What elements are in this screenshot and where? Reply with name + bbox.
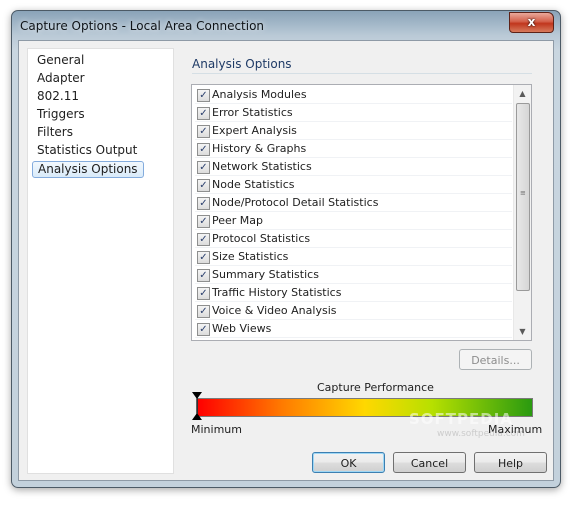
grip-icon: ≡ <box>520 189 526 197</box>
option-checkbox[interactable]: ✓ <box>197 125 210 138</box>
option-label: Expert Analysis <box>212 124 297 137</box>
option-row[interactable]: ✓ Protocol Statistics <box>195 230 512 248</box>
performance-maximum-label: Maximum <box>488 423 543 436</box>
section-divider <box>192 73 532 74</box>
option-checkbox[interactable]: ✓ <box>197 251 210 264</box>
option-checkbox[interactable]: ✓ <box>197 269 210 282</box>
scroll-down-arrow-icon[interactable]: ▼ <box>514 323 531 340</box>
option-row[interactable]: ✓ Traffic History Statistics <box>195 284 512 302</box>
option-label: Traffic History Statistics <box>212 286 342 299</box>
option-checkbox[interactable]: ✓ <box>197 323 210 336</box>
section-title: Analysis Options <box>192 57 292 71</box>
nav-item-triggers[interactable]: Triggers <box>32 106 90 123</box>
option-label: Peer Map <box>212 214 264 227</box>
scroll-thumb[interactable]: ≡ <box>516 103 530 291</box>
option-label: Node/Protocol Detail Statistics <box>212 196 379 209</box>
option-label: History & Graphs <box>212 142 307 155</box>
option-label: Error Statistics <box>212 106 293 119</box>
nav-item-analysis-options[interactable]: Analysis Options <box>32 161 144 178</box>
close-button[interactable]: x <box>509 12 554 33</box>
option-checkbox[interactable]: ✓ <box>197 197 210 210</box>
nav-item-filters[interactable]: Filters <box>32 124 78 141</box>
help-button[interactable]: Help <box>474 452 547 473</box>
capture-performance-label: Capture Performance <box>317 381 434 394</box>
nav-item-statistics-output[interactable]: Statistics Output <box>32 142 142 159</box>
option-row[interactable]: ✓ Expert Analysis <box>195 122 512 140</box>
nav-item-adapter[interactable]: Adapter <box>32 70 90 87</box>
option-checkbox[interactable]: ✓ <box>197 107 210 120</box>
capture-options-window: Capture Options - Local Area Connection … <box>11 10 561 488</box>
option-checkbox[interactable]: ✓ <box>197 161 210 174</box>
option-label: Analysis Modules <box>212 88 307 101</box>
dialog-client: General Adapter 802.11 Triggers Filters … <box>18 40 554 481</box>
option-label: Network Statistics <box>212 160 312 173</box>
category-list: General Adapter 802.11 Triggers Filters … <box>27 48 174 474</box>
performance-minimum-label: Minimum <box>191 423 242 436</box>
ok-button[interactable]: OK <box>312 452 385 473</box>
slider-marker-icon[interactable] <box>192 392 202 420</box>
option-row[interactable]: ✓ Analysis Modules <box>195 86 512 104</box>
option-checkbox[interactable]: ✓ <box>197 179 210 192</box>
option-row[interactable]: ✓ Voice & Video Analysis <box>195 302 512 320</box>
option-label: Protocol Statistics <box>212 232 311 245</box>
option-row[interactable]: ✓ Node Statistics <box>195 176 512 194</box>
scroll-up-arrow-icon[interactable]: ▲ <box>514 85 531 102</box>
vertical-scrollbar[interactable]: ▲ ≡ ▼ <box>513 85 531 340</box>
option-checkbox[interactable]: ✓ <box>197 305 210 318</box>
option-row[interactable]: ✓ Summary Statistics <box>195 266 512 284</box>
option-checkbox[interactable]: ✓ <box>197 89 210 102</box>
option-checkbox[interactable]: ✓ <box>197 143 210 156</box>
option-label: Web Views <box>212 322 272 335</box>
option-label: Voice & Video Analysis <box>212 304 337 317</box>
options-rows: ✓ Analysis Modules ✓ Error Statistics ✓ Exper… <box>192 85 513 340</box>
option-row[interactable]: ✓ Node/Protocol Detail Statistics <box>195 194 512 212</box>
option-checkbox[interactable]: ✓ <box>197 215 210 228</box>
cancel-button[interactable]: Cancel <box>393 452 466 473</box>
option-label: Node Statistics <box>212 178 295 191</box>
option-checkbox[interactable]: ✓ <box>197 287 210 300</box>
analysis-options-list: ✓ Analysis Modules ✓ Error Statistics ✓ Exper… <box>191 84 532 341</box>
option-row[interactable]: ✓ Peer Map <box>195 212 512 230</box>
nav-item-80211[interactable]: 802.11 <box>32 88 84 105</box>
option-row[interactable]: ✓ Error Statistics <box>195 104 512 122</box>
details-button[interactable]: Details... <box>459 349 532 370</box>
option-row[interactable]: ✓ Network Statistics <box>195 158 512 176</box>
option-label: Summary Statistics <box>212 268 319 281</box>
option-row[interactable]: ✓ Size Statistics <box>195 248 512 266</box>
option-row[interactable]: ✓ Web Views <box>195 320 512 338</box>
window-title: Capture Options - Local Area Connection <box>20 19 265 33</box>
option-row[interactable]: ✓ History & Graphs <box>195 140 512 158</box>
option-label: Size Statistics <box>212 250 289 263</box>
nav-item-general[interactable]: General <box>32 52 89 69</box>
option-checkbox[interactable]: ✓ <box>197 233 210 246</box>
